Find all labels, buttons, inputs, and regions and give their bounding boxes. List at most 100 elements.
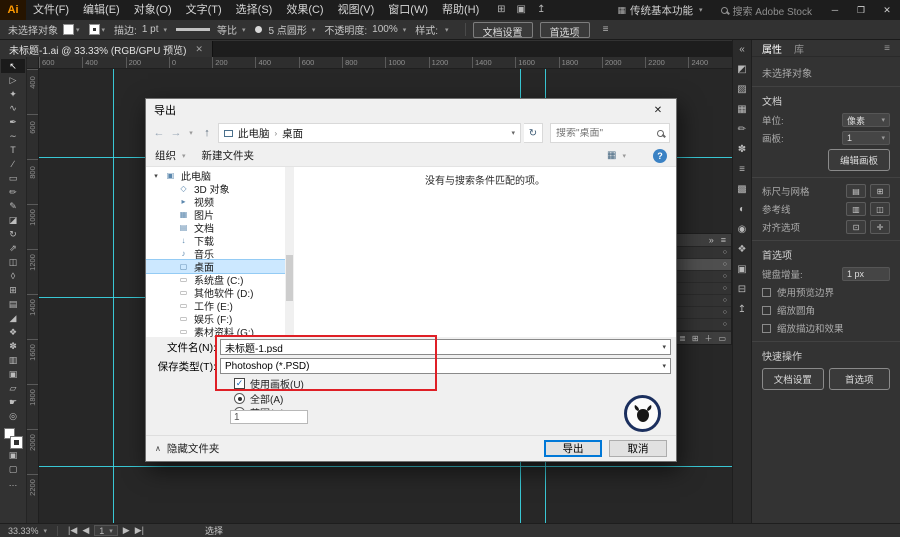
tree-videos[interactable]: ▸ 视频 [146, 195, 294, 209]
edit-artboards-button[interactable]: 编辑画板 [828, 149, 890, 171]
target-circle-icon[interactable]: ○ [723, 273, 727, 280]
color-guide-panel-icon[interactable]: ▨ [737, 84, 746, 97]
scale-strokes-effects-checkbox[interactable]: 缩放描边和效果 [762, 321, 890, 335]
option-button[interactable]: ◫ [870, 202, 890, 216]
option-button[interactable]: ⊡ [846, 220, 866, 234]
perspective-grid-tool[interactable]: ◊ [1, 269, 25, 283]
menu-window[interactable]: 窗口(W) [381, 0, 435, 20]
artboards-panel-icon[interactable]: ⊟ [738, 284, 746, 297]
collapse-panel-icon[interactable]: » [709, 235, 714, 245]
asset-export-panel-icon[interactable]: ↥ [738, 304, 746, 317]
target-circle-icon[interactable]: ○ [723, 285, 727, 292]
guide-line[interactable] [39, 466, 732, 467]
artboard-select[interactable]: 1 ▾ [842, 131, 890, 145]
keyboard-increment-input[interactable]: 1 px [842, 267, 890, 281]
hide-folders-button[interactable]: ∧ 隐藏文件夹 [155, 441, 219, 456]
expander-icon[interactable]: ▾ [152, 172, 160, 180]
scale-corners-checkbox[interactable]: 缩放圆角 [762, 303, 890, 317]
add-icon[interactable]: ＋ [704, 333, 712, 344]
swatches-panel-icon[interactable]: ▦ [737, 104, 746, 117]
all-radio[interactable]: 全部(A) [234, 391, 283, 406]
gradient-panel-icon[interactable]: ▩ [737, 184, 746, 197]
panel-menu-icon[interactable]: ≡ [597, 20, 615, 40]
panel-menu-icon[interactable]: ≡ [884, 43, 890, 54]
caret-down-icon[interactable]: ▾ [511, 129, 515, 137]
target-circle-icon[interactable]: ○ [723, 249, 727, 256]
delete-icon[interactable]: ▭ [718, 334, 726, 343]
color-panel-icon[interactable]: ◩ [737, 64, 746, 77]
fill-color-control[interactable]: ▾ [63, 24, 80, 35]
appearance-panel-icon[interactable]: ◉ [738, 224, 747, 237]
guide-line[interactable] [113, 69, 114, 523]
rotate-tool[interactable]: ↻ [1, 227, 25, 241]
style-select[interactable]: ▾ [443, 26, 449, 34]
tab-libraries[interactable]: 库 [794, 41, 804, 56]
menu-effect[interactable]: 效果(C) [279, 0, 330, 20]
gradient-tool[interactable]: ▤ [1, 297, 25, 311]
restore-button[interactable]: ❐ [848, 0, 874, 20]
unit-select[interactable]: 像素 ▾ [842, 113, 890, 127]
first-artboard-button[interactable]: |◀ [68, 525, 77, 536]
vertical-ruler[interactable]: 400 600 800 1000 1200 1400 1600 1800 2000 2200 [27, 69, 39, 523]
new-folder-button[interactable]: 新建文件夹 [202, 148, 255, 163]
dialog-title-bar[interactable]: 导出 ✕ [146, 99, 676, 121]
shape-builder-tool[interactable]: ◫ [1, 255, 25, 269]
arrange-documents-icon[interactable]: ⊞ [492, 0, 510, 20]
edit-toolbar-icon[interactable]: … [1, 476, 25, 490]
zoom-control[interactable]: 33.33% ▾ [8, 526, 47, 536]
selection-tool[interactable]: ↖ [1, 59, 25, 73]
brush-select[interactable]: 5 点圆形 ▾ [254, 22, 315, 37]
pencil-tool[interactable]: ✎ [1, 199, 25, 213]
eraser-tool[interactable]: ◪ [1, 213, 25, 227]
menu-help[interactable]: 帮助(H) [435, 0, 486, 20]
tree-documents[interactable]: ▤ 文档 [146, 221, 294, 235]
tree-3d-objects[interactable]: ◇ 3D 对象 [146, 182, 294, 196]
brushes-panel-icon[interactable]: ✏ [738, 124, 746, 137]
magic-wand-tool[interactable]: ✦ [1, 87, 25, 101]
back-button[interactable]: ← [152, 127, 166, 139]
refresh-button[interactable]: ↻ [524, 123, 543, 143]
stock-search[interactable]: 搜索 Adobe Stock [711, 3, 822, 18]
lasso-tool[interactable]: ∿ [1, 101, 25, 115]
document-tab[interactable]: 未标题-1.ai @ 33.33% (RGB/GPU 预览) ✕ [0, 41, 213, 57]
curvature-tool[interactable]: ∼ [1, 129, 25, 143]
tree-pictures[interactable]: ▦ 图片 [146, 208, 294, 222]
scrollbar[interactable] [285, 167, 294, 337]
layers-panel-icon[interactable]: ▣ [737, 264, 746, 277]
filename-input[interactable] [225, 341, 659, 353]
document-setup-button[interactable]: 文档设置 [472, 21, 533, 39]
panel-menu-icon[interactable]: ≡ [721, 235, 726, 245]
line-segment-tool[interactable]: ∕ [1, 157, 25, 171]
organize-button[interactable]: 组织 ▾ [155, 148, 186, 163]
target-circle-icon[interactable]: ○ [723, 309, 727, 316]
target-circle-icon[interactable]: ○ [723, 321, 727, 328]
option-button[interactable]: ⊞ [870, 184, 890, 198]
menu-object[interactable]: 对象(O) [127, 0, 179, 20]
stroke-panel-icon[interactable]: ≡ [739, 164, 745, 177]
stroke-color-control[interactable]: ▾ [88, 24, 105, 35]
mesh-tool[interactable]: ⊞ [1, 283, 25, 297]
width-profile-select[interactable]: 等比 ▾ [176, 22, 246, 37]
tab-close-icon[interactable]: ✕ [195, 44, 203, 55]
workspace-switcher-button[interactable]: ▦ 传统基本功能 ▾ [609, 3, 710, 18]
eyedropper-tool[interactable]: ◢ [1, 311, 25, 325]
column-graph-tool[interactable]: ▥ [1, 353, 25, 367]
preferences-button[interactable]: 首选项 [828, 368, 890, 390]
view-mode-button[interactable]: ▦ ▾ [607, 150, 626, 161]
option-button[interactable]: ▥ [846, 202, 866, 216]
export-button[interactable]: 导出 [544, 440, 602, 457]
breadcrumb-current[interactable]: 桌面 [282, 126, 303, 141]
up-button[interactable]: ↑ [199, 127, 215, 139]
option-button[interactable]: ▤ [846, 184, 866, 198]
type-tool[interactable]: T [1, 143, 25, 157]
scale-tool[interactable]: ⇗ [1, 241, 25, 255]
target-circle-icon[interactable]: ○ [723, 297, 727, 304]
opacity-select[interactable]: 100% ▾ [372, 24, 406, 35]
blend-tool[interactable]: ❖ [1, 325, 25, 339]
expand-panels-icon[interactable]: « [739, 44, 745, 57]
use-preview-bounds-checkbox[interactable]: 使用预览边界 [762, 285, 890, 299]
option-button[interactable]: ✛ [870, 220, 890, 234]
recent-locations-icon[interactable]: ▾ [186, 129, 196, 137]
document-setup-button[interactable]: 文档设置 [762, 368, 824, 390]
menu-file[interactable]: 文件(F) [26, 0, 76, 20]
